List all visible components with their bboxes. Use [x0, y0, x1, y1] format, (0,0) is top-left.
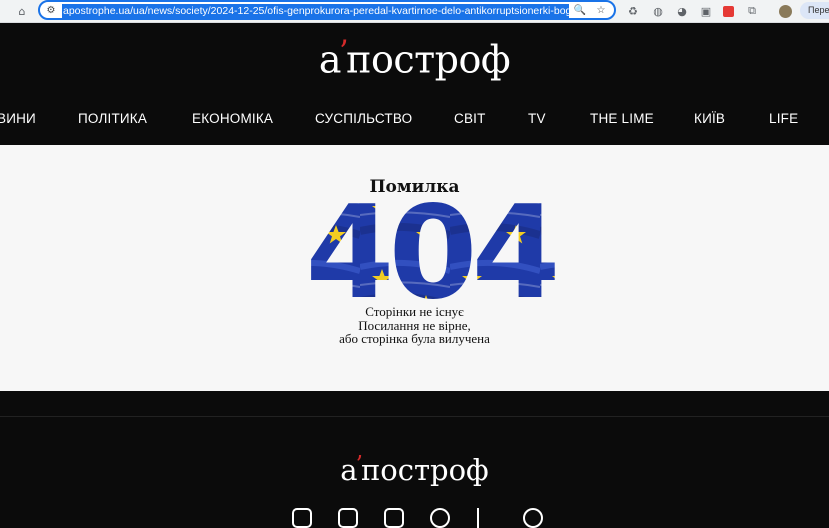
nav-item-world[interactable]: СВІТ: [454, 111, 486, 126]
site-header: а’построф ВИНИ ПОЛІТИКА ЕКОНОМІКА СУСПІЛ…: [0, 23, 829, 145]
avatar[interactable]: [777, 3, 793, 19]
nav-item-politics[interactable]: ПОЛІТИКА: [78, 111, 147, 126]
footer-logo-text-rest: построф: [360, 453, 489, 488]
nav-item-economy[interactable]: ЕКОНОМІКА: [192, 111, 273, 126]
site-logo[interactable]: а’построф: [0, 35, 829, 82]
nav-item-kyiv[interactable]: КИЇВ: [694, 111, 725, 126]
error-content: Помилка 404 Сторінки не існує Посилання …: [0, 145, 829, 391]
bookmark-star-icon[interactable]: ☆: [594, 3, 608, 17]
site-settings-icon[interactable]: ⚙: [44, 3, 58, 17]
extension-camera-icon[interactable]: ▣: [698, 3, 714, 19]
logo-letter-a: а: [318, 37, 342, 82]
telegram-icon[interactable]: [430, 508, 450, 528]
main-nav: ВИНИ ПОЛІТИКА ЕКОНОМІКА СУСПІЛЬСТВО СВІТ…: [0, 111, 829, 135]
nav-item-news[interactable]: ВИНИ: [0, 111, 36, 126]
threads-icon[interactable]: [523, 508, 543, 528]
social-links: [0, 508, 829, 528]
footer-logo-letter-a: а: [340, 453, 358, 488]
x-icon[interactable]: [384, 508, 404, 528]
footer-logo[interactable]: а’построф: [0, 451, 829, 487]
logo-text-rest: построф: [346, 37, 511, 82]
tiktok-icon[interactable]: [477, 508, 497, 528]
nav-item-life[interactable]: LIFE: [769, 111, 798, 126]
error-message-line3: або сторінка була вилучена: [339, 331, 490, 346]
extension-recycle-icon[interactable]: ♻: [625, 3, 641, 19]
nav-item-tv[interactable]: TV: [528, 111, 546, 126]
footer-divider: [0, 416, 829, 417]
extensions-puzzle-icon[interactable]: ⧉: [744, 3, 760, 19]
error-code-text: 404: [305, 187, 555, 307]
extension-shield-icon[interactable]: [720, 3, 736, 19]
zoom-icon[interactable]: 🔍: [573, 3, 587, 17]
browser-toolbar: ⌂ ⚙ apostrophe.ua/ua/news/society/2024-1…: [0, 0, 829, 23]
nav-item-the-lime[interactable]: THE LIME: [590, 111, 654, 126]
site-footer: а’построф: [0, 391, 829, 528]
nav-item-society[interactable]: СУСПІЛЬСТВО: [315, 111, 412, 126]
address-bar[interactable]: ⚙ apostrophe.ua/ua/news/society/2024-12-…: [38, 0, 616, 20]
home-icon[interactable]: ⌂: [14, 3, 30, 19]
profile-button[interactable]: Перез: [800, 2, 829, 19]
facebook-icon[interactable]: [338, 508, 358, 528]
error-code-404: 404: [305, 187, 561, 307]
instagram-icon[interactable]: [292, 508, 312, 528]
url-text[interactable]: apostrophe.ua/ua/news/society/2024-12-25…: [62, 4, 569, 18]
extension-color-icon[interactable]: ◕: [674, 3, 690, 19]
extension-globe-icon[interactable]: ◍: [650, 3, 666, 19]
